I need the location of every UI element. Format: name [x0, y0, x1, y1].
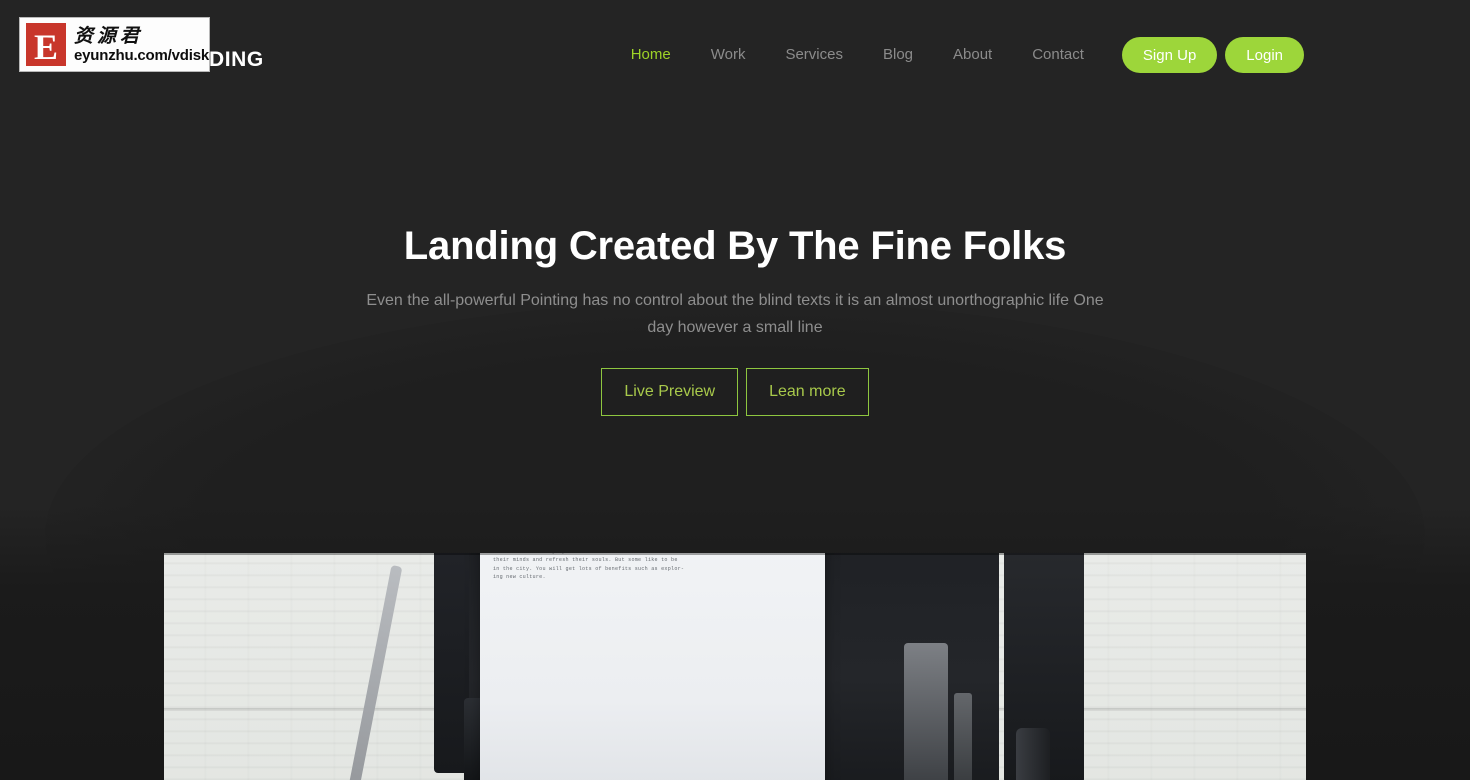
nav-link-home[interactable]: Home	[611, 43, 691, 67]
hero-actions: Live Preview Lean more	[601, 368, 869, 416]
live-preview-button[interactable]: Live Preview	[601, 368, 739, 416]
typewriter-paper: places. There are different types of adv…	[480, 553, 825, 780]
main-navbar: LANDING Home Work Services Blog About Co…	[0, 0, 1470, 110]
typewriter-side-plate	[904, 643, 948, 780]
nav-link-blog[interactable]: Blog	[863, 43, 933, 67]
watermark-chinese-label: 资源君	[74, 25, 144, 47]
hero-image: places. There are different types of adv…	[164, 553, 1306, 780]
nav-link-contact[interactable]: Contact	[1012, 43, 1104, 67]
watermark-logo-icon: E	[26, 23, 67, 67]
typewriter-photo: places. There are different types of adv…	[164, 553, 1306, 780]
sign-up-button[interactable]: Sign Up	[1121, 37, 1218, 73]
nav-link-about[interactable]: About	[933, 43, 1012, 67]
nav-link-services[interactable]: Services	[765, 43, 863, 67]
watermark-text: 资源君 eyunzhu.com/vdisk	[66, 18, 209, 71]
typewriter-side-plate	[954, 693, 972, 780]
watermark-overlay: E 资源君 eyunzhu.com/vdisk	[19, 17, 210, 72]
login-button[interactable]: Login	[1225, 37, 1304, 73]
landing-page: LANDING Home Work Services Blog About Co…	[0, 0, 1470, 780]
watermark-url: eyunzhu.com/vdisk	[74, 47, 209, 64]
hero-subtitle: Even the all-powerful Pointing has no co…	[366, 292, 1104, 336]
nav-links: Home Work Services Blog About Contact	[611, 43, 1104, 67]
learn-more-button[interactable]: Lean more	[746, 368, 869, 416]
typewriter-platen-knob	[1016, 728, 1050, 780]
nav-action-buttons: Sign Up Login	[1121, 37, 1304, 73]
typed-paper-text: places. There are different types of adv…	[493, 553, 685, 580]
photo-top-edge	[164, 553, 1306, 555]
nav-link-work[interactable]: Work	[691, 43, 766, 67]
page-title: Landing Created By The Fine Folks	[403, 224, 1067, 268]
